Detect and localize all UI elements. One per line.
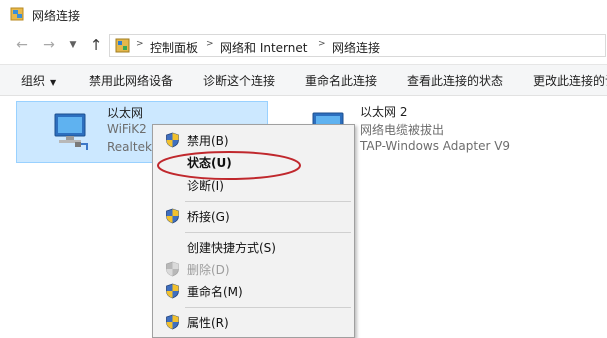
- breadcrumb-separator-icon[interactable]: >: [136, 39, 144, 49]
- shield-icon: [166, 132, 179, 148]
- menu-item-rename[interactable]: 重命名(M): [153, 280, 354, 302]
- connection-network: WiFiK2: [107, 122, 147, 136]
- menu-item-delete: 删除(D): [153, 258, 354, 280]
- organize-label: 组织: [21, 74, 46, 88]
- menu-item-label: 禁用(B): [187, 134, 229, 148]
- shield-icon: [166, 314, 179, 330]
- shield-icon: [166, 283, 179, 299]
- view-status-button[interactable]: 查看此连接的状态: [407, 72, 503, 89]
- connection-status: 网络电缆被拔出: [360, 123, 445, 137]
- title-bar: 网络连接: [0, 0, 607, 30]
- menu-separator: [185, 307, 351, 308]
- menu-item-label: 删除(D): [187, 263, 230, 277]
- disable-device-button[interactable]: 禁用此网络设备: [89, 72, 173, 89]
- menu-item-diagnose[interactable]: 诊断(I): [153, 174, 354, 196]
- breadcrumb-network-internet[interactable]: 网络和 Internet: [220, 39, 307, 56]
- shield-icon: [166, 261, 179, 277]
- connection-name: 以太网 2: [360, 105, 408, 119]
- menu-item-properties[interactable]: 属性(R): [153, 311, 354, 333]
- command-bar: 组织 ▼ 禁用此网络设备 诊断这个连接 重命名此连接 查看此连接的状态 更改此连接…: [0, 64, 607, 96]
- menu-item-status[interactable]: 状态(U): [153, 151, 354, 173]
- rename-connection-button[interactable]: 重命名此连接: [305, 72, 377, 89]
- address-bar[interactable]: > 控制面板 > 网络和 Internet > 网络连接: [109, 34, 606, 57]
- navigation-bar: ← → ▼ ↑ > 控制面板 > 网络和 Internet > 网络连接: [0, 32, 607, 60]
- connection-adapter: TAP-Windows Adapter V9: [360, 139, 511, 153]
- menu-item-label: 诊断(I): [187, 179, 224, 193]
- window-title: 网络连接: [32, 9, 81, 23]
- chevron-down-icon[interactable]: ▼: [65, 37, 81, 53]
- breadcrumb-separator-icon[interactable]: >: [206, 39, 214, 49]
- menu-separator: [185, 232, 351, 233]
- breadcrumb-control-panel[interactable]: 控制面板: [150, 39, 198, 56]
- connection-name: 以太网: [107, 106, 144, 120]
- breadcrumb-network-connections[interactable]: 网络连接: [332, 39, 380, 56]
- up-arrow-icon[interactable]: ↑: [88, 37, 104, 53]
- context-menu: 禁用(B) 状态(U) 诊断(I) 桥接(G) 创建快捷方式(S) 删除(D) …: [152, 124, 355, 338]
- diagnose-connection-button[interactable]: 诊断这个连接: [203, 72, 275, 89]
- network-adapter-icon: [54, 113, 88, 150]
- menu-separator: [185, 201, 351, 202]
- menu-item-label: 状态(U): [187, 156, 232, 170]
- menu-item-label: 创建快捷方式(S): [187, 241, 276, 255]
- forward-arrow-icon[interactable]: →: [41, 37, 57, 53]
- chevron-down-icon: ▼: [50, 78, 57, 87]
- menu-item-label: 属性(R): [187, 316, 229, 330]
- breadcrumb-separator-icon[interactable]: >: [318, 39, 326, 49]
- menu-item-label: 重命名(M): [187, 285, 243, 299]
- change-settings-button[interactable]: 更改此连接的设置: [533, 72, 607, 89]
- menu-item-disable[interactable]: 禁用(B): [153, 129, 354, 151]
- menu-item-bridge[interactable]: 桥接(G): [153, 205, 354, 227]
- shield-icon: [166, 208, 179, 224]
- connection-adapter: Realtek: [107, 140, 152, 154]
- menu-item-label: 桥接(G): [187, 210, 230, 224]
- back-arrow-icon[interactable]: ←: [14, 37, 30, 53]
- network-connections-icon: [10, 7, 24, 21]
- menu-item-create-shortcut[interactable]: 创建快捷方式(S): [153, 236, 354, 258]
- organize-menu[interactable]: 组织 ▼: [21, 72, 56, 89]
- control-panel-icon: [115, 38, 130, 53]
